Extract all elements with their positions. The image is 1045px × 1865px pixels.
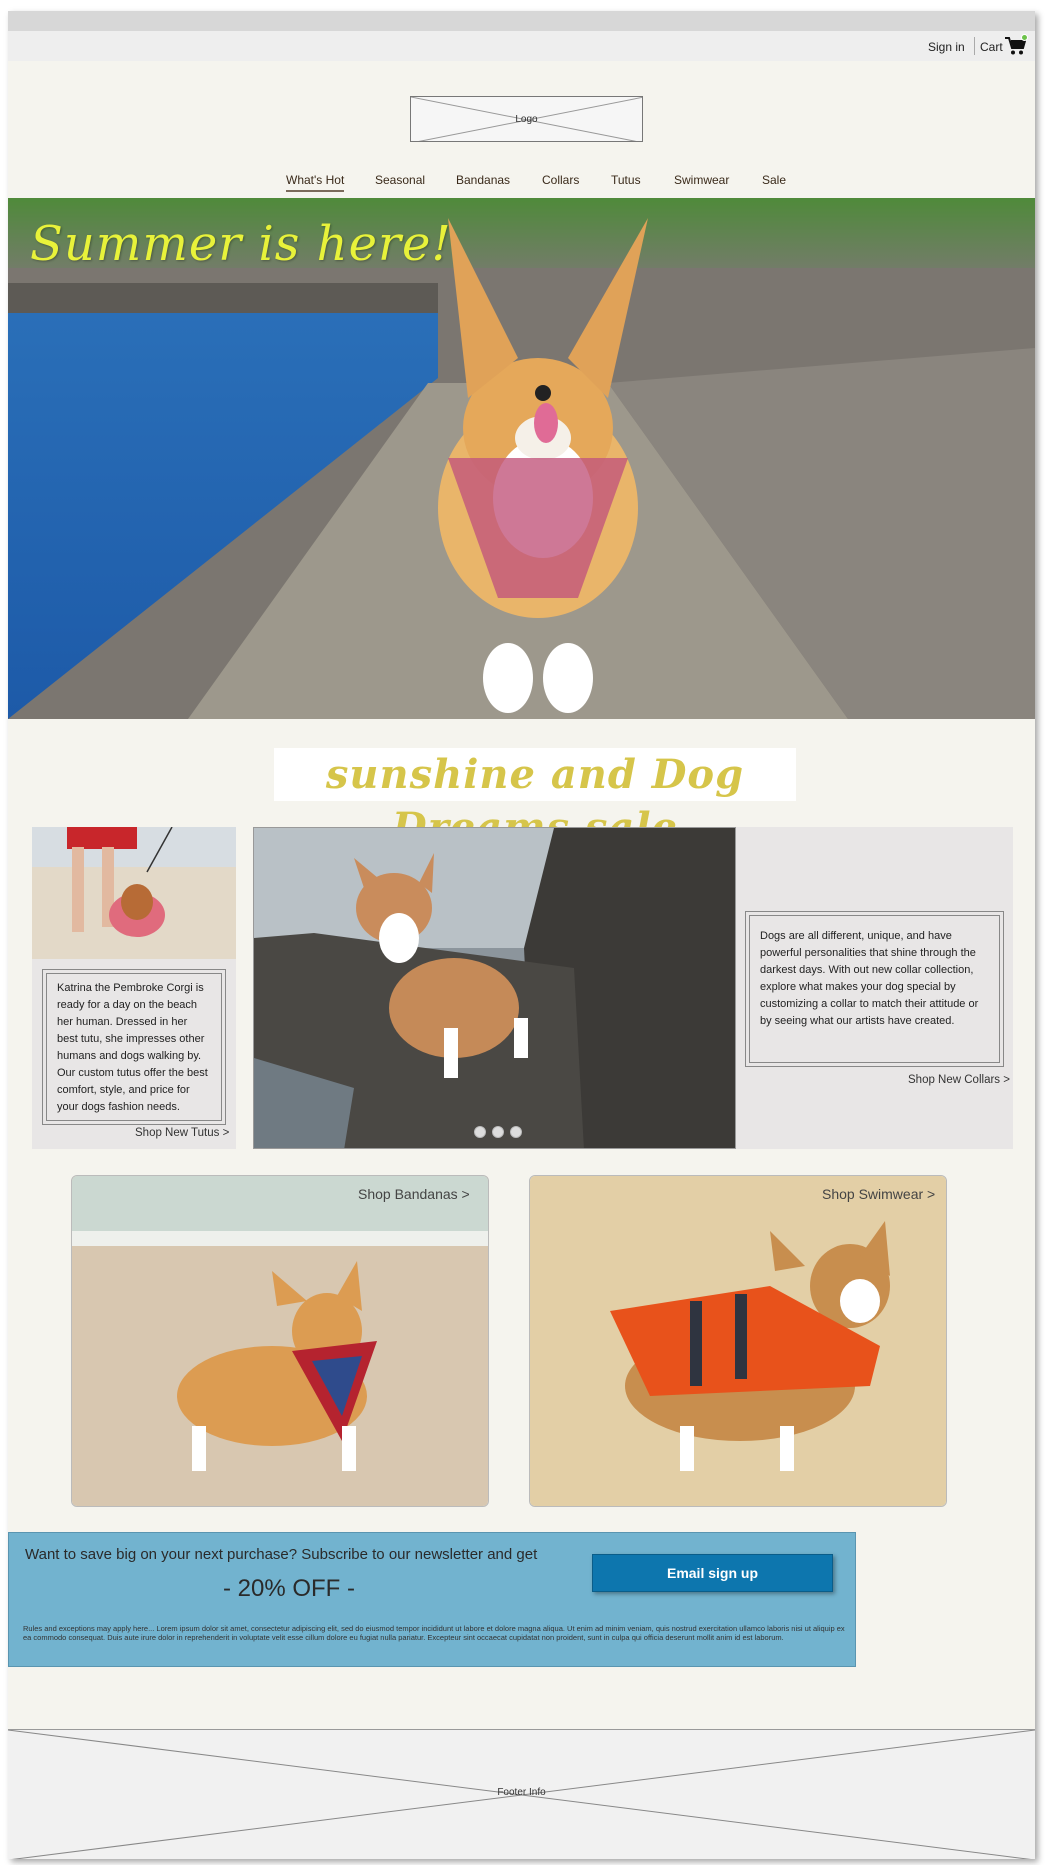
swimwear-corgi-image bbox=[530, 1176, 946, 1506]
nav-seasonal[interactable]: Seasonal bbox=[375, 173, 425, 187]
shop-collars-link[interactable]: Shop New Collars > bbox=[908, 1074, 1010, 1086]
carousel-dots bbox=[474, 1125, 528, 1143]
discount-text: - 20% OFF - bbox=[222, 1575, 355, 1602]
footer-placeholder: Footer Info bbox=[8, 1729, 1035, 1859]
newsletter-banner: Want to save big on your next purchase? … bbox=[8, 1532, 856, 1667]
email-signup-button[interactable]: Email sign up bbox=[592, 1554, 833, 1592]
tutu-text-box: Katrina the Pembroke Corgi is ready for … bbox=[42, 969, 226, 1125]
nav-bandanas[interactable]: Bandanas bbox=[456, 173, 510, 187]
newsletter-text: Want to save big on your next purchase? … bbox=[25, 1546, 538, 1563]
tutu-corgi-image[interactable] bbox=[32, 827, 236, 959]
sale-banner: sunshine and Dog Dreams sale bbox=[274, 748, 796, 851]
hero-banner[interactable]: Summer is here! bbox=[8, 198, 1035, 719]
nav-whats-hot[interactable]: What's Hot bbox=[286, 173, 345, 192]
sign-in-link[interactable]: Sign in bbox=[928, 40, 965, 54]
shop-tutus-link[interactable]: Shop New Tutus > bbox=[135, 1127, 229, 1139]
shop-swimwear-link[interactable]: Shop Swimwear > bbox=[822, 1186, 935, 1202]
tutu-card: Katrina the Pembroke Corgi is ready for … bbox=[32, 827, 236, 1149]
footer-label: Footer Info bbox=[497, 1787, 546, 1798]
logo-label: Logo bbox=[515, 114, 538, 125]
shop-bandanas-link[interactable]: Shop Bandanas > bbox=[358, 1186, 470, 1202]
utility-bar: Sign in Cart bbox=[8, 31, 1035, 61]
hero-title: Summer is here! bbox=[30, 216, 452, 272]
collar-description: Dogs are all different, unique, and have… bbox=[749, 915, 1000, 1063]
nav-swimwear[interactable]: Swimwear bbox=[674, 173, 729, 187]
page: Sign in Cart Logo What's Hot Seasonal Ba… bbox=[8, 11, 1035, 1859]
carousel[interactable] bbox=[253, 827, 736, 1149]
fine-print: Rules and exceptions may apply here... L… bbox=[23, 1624, 845, 1642]
browser-strip bbox=[8, 11, 1035, 31]
nav-sale[interactable]: Sale bbox=[762, 173, 786, 187]
hero-corgi-photo bbox=[8, 198, 1035, 719]
logo-placeholder[interactable]: Logo bbox=[410, 96, 643, 142]
collar-text-box: Dogs are all different, unique, and have… bbox=[745, 911, 1004, 1067]
nav-tutus[interactable]: Tutus bbox=[611, 173, 641, 187]
carousel-dot[interactable] bbox=[474, 1126, 486, 1138]
divider bbox=[974, 37, 975, 55]
cart-badge bbox=[1021, 34, 1028, 41]
carousel-corgi-image bbox=[254, 828, 735, 1148]
carousel-dot[interactable] bbox=[510, 1126, 522, 1138]
tutu-description: Katrina the Pembroke Corgi is ready for … bbox=[46, 973, 222, 1121]
swimwear-promo[interactable]: Shop Swimwear > bbox=[529, 1175, 947, 1507]
cart-link[interactable]: Cart bbox=[980, 40, 1003, 54]
bandanas-promo[interactable]: Shop Bandanas > bbox=[71, 1175, 489, 1507]
bandana-corgi-image bbox=[72, 1176, 488, 1506]
carousel-dot[interactable] bbox=[492, 1126, 504, 1138]
nav-collars[interactable]: Collars bbox=[542, 173, 579, 187]
collar-card: Dogs are all different, unique, and have… bbox=[736, 827, 1013, 1149]
